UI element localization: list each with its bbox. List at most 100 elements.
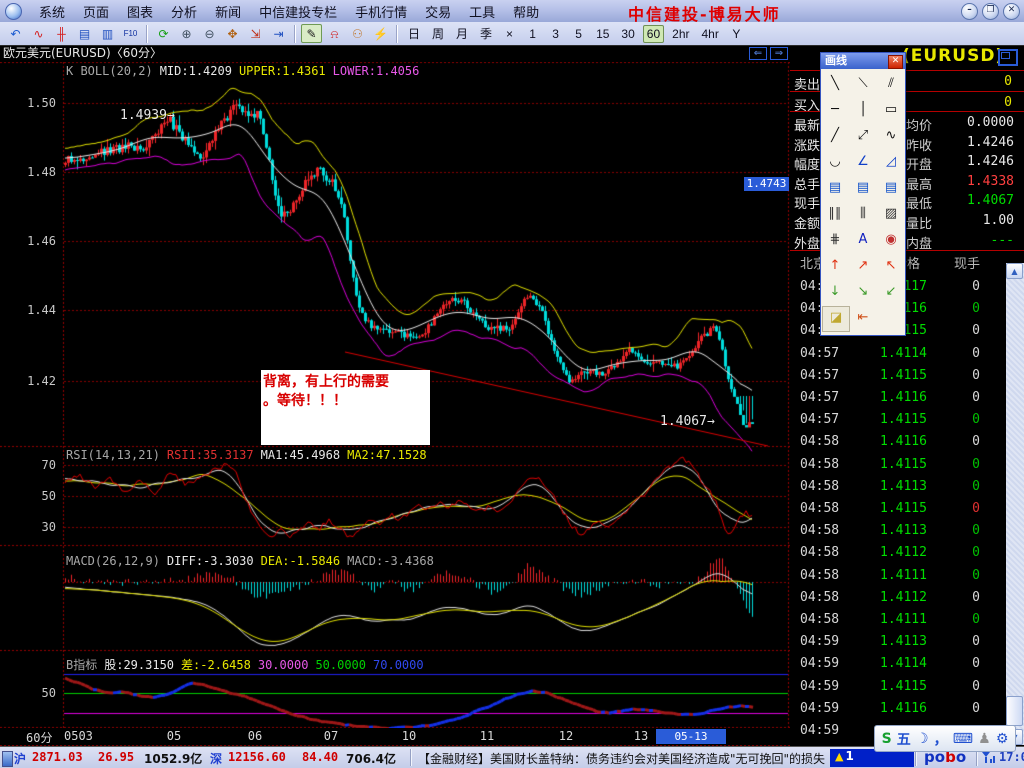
period-button-×[interactable]: × xyxy=(500,25,519,43)
tick-row[interactable]: 04:581.41150 xyxy=(790,501,1006,523)
tick-row[interactable]: 04:591.41130 xyxy=(790,634,1006,656)
period-button-15[interactable]: 15 xyxy=(592,25,613,43)
refresh-icon[interactable]: ⟳ xyxy=(153,24,174,43)
palette-title-bar[interactable]: 画线 ✕ xyxy=(821,53,905,69)
gann-grid-tool[interactable]: ▤ xyxy=(822,176,848,200)
arrow-down-right-tool[interactable]: ↘ xyxy=(850,280,876,304)
vertical-grid-tool[interactable]: ∥∥ xyxy=(822,202,848,226)
period-button-4hr[interactable]: 4hr xyxy=(697,25,722,43)
tick-row[interactable]: 04:581.41120 xyxy=(790,590,1006,612)
halfwidth-moon-icon[interactable]: ☽ xyxy=(916,731,929,747)
arrow-up-tool[interactable]: ↑ xyxy=(822,254,848,278)
menu-item-7[interactable]: 交易 xyxy=(416,0,460,23)
f10-icon[interactable]: F10 xyxy=(120,24,141,43)
punctuation-icon[interactable]: ， xyxy=(934,729,948,749)
quote-board-icon[interactable]: ▤ xyxy=(74,24,95,43)
scroll-right-button[interactable]: ⇒ xyxy=(770,47,788,60)
menu-item-3[interactable]: 分析 xyxy=(162,0,206,23)
users-icon[interactable]: ⚇ xyxy=(347,24,368,43)
draw-line-icon[interactable]: ✎ xyxy=(301,24,322,43)
tick-row[interactable]: 04:581.41150 xyxy=(790,457,1006,479)
fibonacci-lines-tool[interactable]: ▤ xyxy=(850,176,876,200)
low-price-annotation[interactable]: 1.4067→ xyxy=(660,414,715,429)
person-icon[interactable]: ♟ xyxy=(978,731,991,747)
angle-tool[interactable]: ∠ xyxy=(850,150,876,174)
period-button-2hr[interactable]: 2hr xyxy=(668,25,693,43)
text-tool[interactable]: A xyxy=(850,228,876,252)
wave-line-tool[interactable]: ∿ xyxy=(878,124,904,148)
tick-row[interactable]: 04:581.41110 xyxy=(790,568,1006,590)
line-chart-icon[interactable]: ∿ xyxy=(28,24,49,43)
flash-icon[interactable]: ⚡ xyxy=(370,24,391,43)
period-button-3[interactable]: 3 xyxy=(546,25,565,43)
vertical-line-tool[interactable]: │ xyxy=(850,98,876,122)
menu-item-4[interactable]: 新闻 xyxy=(206,0,250,23)
scroll-left-button[interactable]: ⇐ xyxy=(749,47,767,60)
arrow-up-right-tool[interactable]: ↗ xyxy=(850,254,876,278)
sogou-logo-icon[interactable]: S xyxy=(882,731,892,747)
channel-tool[interactable]: ▨ xyxy=(878,202,904,226)
tick-row[interactable]: 04:581.41130 xyxy=(790,523,1006,545)
menu-item-5[interactable]: 中信建投专栏 xyxy=(250,0,346,23)
maximize-panel-icon[interactable] xyxy=(998,49,1018,66)
tick-row[interactable]: 04:571.41150 xyxy=(790,412,1006,434)
period-button-60[interactable]: 60 xyxy=(643,25,664,43)
color-circle-tool[interactable]: ◉ xyxy=(878,228,904,252)
cycle-lines-tool[interactable]: ⫼ xyxy=(850,202,876,226)
rectangle-tool[interactable]: ▭ xyxy=(878,98,904,122)
text-annotation-box[interactable]: 背离，有上行的需要 。等待！！！ xyxy=(261,370,430,445)
parallel-line-tool[interactable]: ⫽ xyxy=(878,72,904,96)
next-page-icon[interactable]: ⇥ xyxy=(268,24,289,43)
menu-item-0[interactable]: 系统 xyxy=(30,0,74,23)
tick-row[interactable]: 04:591.41160 xyxy=(790,701,1006,723)
arrow-segment-tool[interactable]: ⤢ xyxy=(850,124,876,148)
menu-item-6[interactable]: 手机行情 xyxy=(346,0,416,23)
scrollbar-up-button[interactable]: ▲ xyxy=(1006,263,1023,279)
menu-item-8[interactable]: 工具 xyxy=(460,0,504,23)
eraser-tool[interactable]: ◪ xyxy=(822,306,850,332)
tick-row[interactable]: 04:571.41140 xyxy=(790,346,1006,368)
ray-line-tool[interactable]: ⟍ xyxy=(850,72,876,96)
period-button-季[interactable]: 季 xyxy=(476,25,496,43)
peak-price-annotation[interactable]: 1.4939→ xyxy=(120,108,175,123)
settings-wrench-icon[interactable]: ⚙ xyxy=(996,731,1009,747)
zoom-in-icon[interactable]: ⊕ xyxy=(176,24,197,43)
zoom-out-icon[interactable]: ⊖ xyxy=(199,24,220,43)
tick-row[interactable]: 04:591.41140 xyxy=(790,656,1006,678)
tick-row[interactable]: 04:571.41150 xyxy=(790,368,1006,390)
tick-row[interactable]: 04:581.41130 xyxy=(790,479,1006,501)
scrollbar-thumb[interactable] xyxy=(1006,696,1023,726)
segment-line-tool[interactable]: ╲ xyxy=(822,72,848,96)
alarm-icon[interactable]: ⍾ xyxy=(324,24,345,43)
minimize-button[interactable]: – xyxy=(961,3,978,20)
menu-item-2[interactable]: 图表 xyxy=(118,0,162,23)
period-button-30[interactable]: 30 xyxy=(617,25,638,43)
period-button-日[interactable]: 日 xyxy=(404,25,424,43)
tick-row[interactable]: 04:571.41160 xyxy=(790,390,1006,412)
exit-draw-tool[interactable]: ⇤ xyxy=(850,306,876,330)
tick-row[interactable]: 04:581.41120 xyxy=(790,545,1006,567)
period-button-1[interactable]: 1 xyxy=(523,25,542,43)
scrollbar-track[interactable] xyxy=(1006,263,1024,745)
arrow-down-left-tool[interactable]: ↙ xyxy=(878,280,904,304)
period-button-5[interactable]: 5 xyxy=(569,25,588,43)
wubi-mode-icon[interactable]: 五 xyxy=(897,729,911,749)
horizontal-line-tool[interactable]: ─ xyxy=(822,98,848,122)
gann-fan-tool[interactable]: ◿ xyxy=(878,150,904,174)
tick-row[interactable]: 04:581.41160 xyxy=(790,434,1006,456)
arc-tool[interactable]: ◡ xyxy=(822,150,848,174)
soft-keyboard-icon[interactable]: ⌨ xyxy=(953,731,973,747)
app-icon[interactable] xyxy=(5,3,22,20)
prev-page-icon[interactable]: ⇲ xyxy=(245,24,266,43)
restore-button[interactable]: ❐ xyxy=(982,3,999,20)
trend-line-tool[interactable]: ╱ xyxy=(822,124,848,148)
news-ticker[interactable]: 【金融财经】美国财长盖特纳：债务违约会对美国经济造成"无可挽回"的损失 xyxy=(418,750,825,767)
close-button[interactable]: ✕ xyxy=(1003,3,1020,20)
tick-row[interactable]: 04:581.41110 xyxy=(790,612,1006,634)
period-button-月[interactable]: 月 xyxy=(452,25,472,43)
palette-close-icon[interactable]: ✕ xyxy=(888,55,903,69)
menu-item-9[interactable]: 帮助 xyxy=(504,0,548,23)
tick-row[interactable]: 04:591.41150 xyxy=(790,679,1006,701)
percentage-lines-tool[interactable]: ▤ xyxy=(878,176,904,200)
drag-hand-icon[interactable]: ✥ xyxy=(222,24,243,43)
